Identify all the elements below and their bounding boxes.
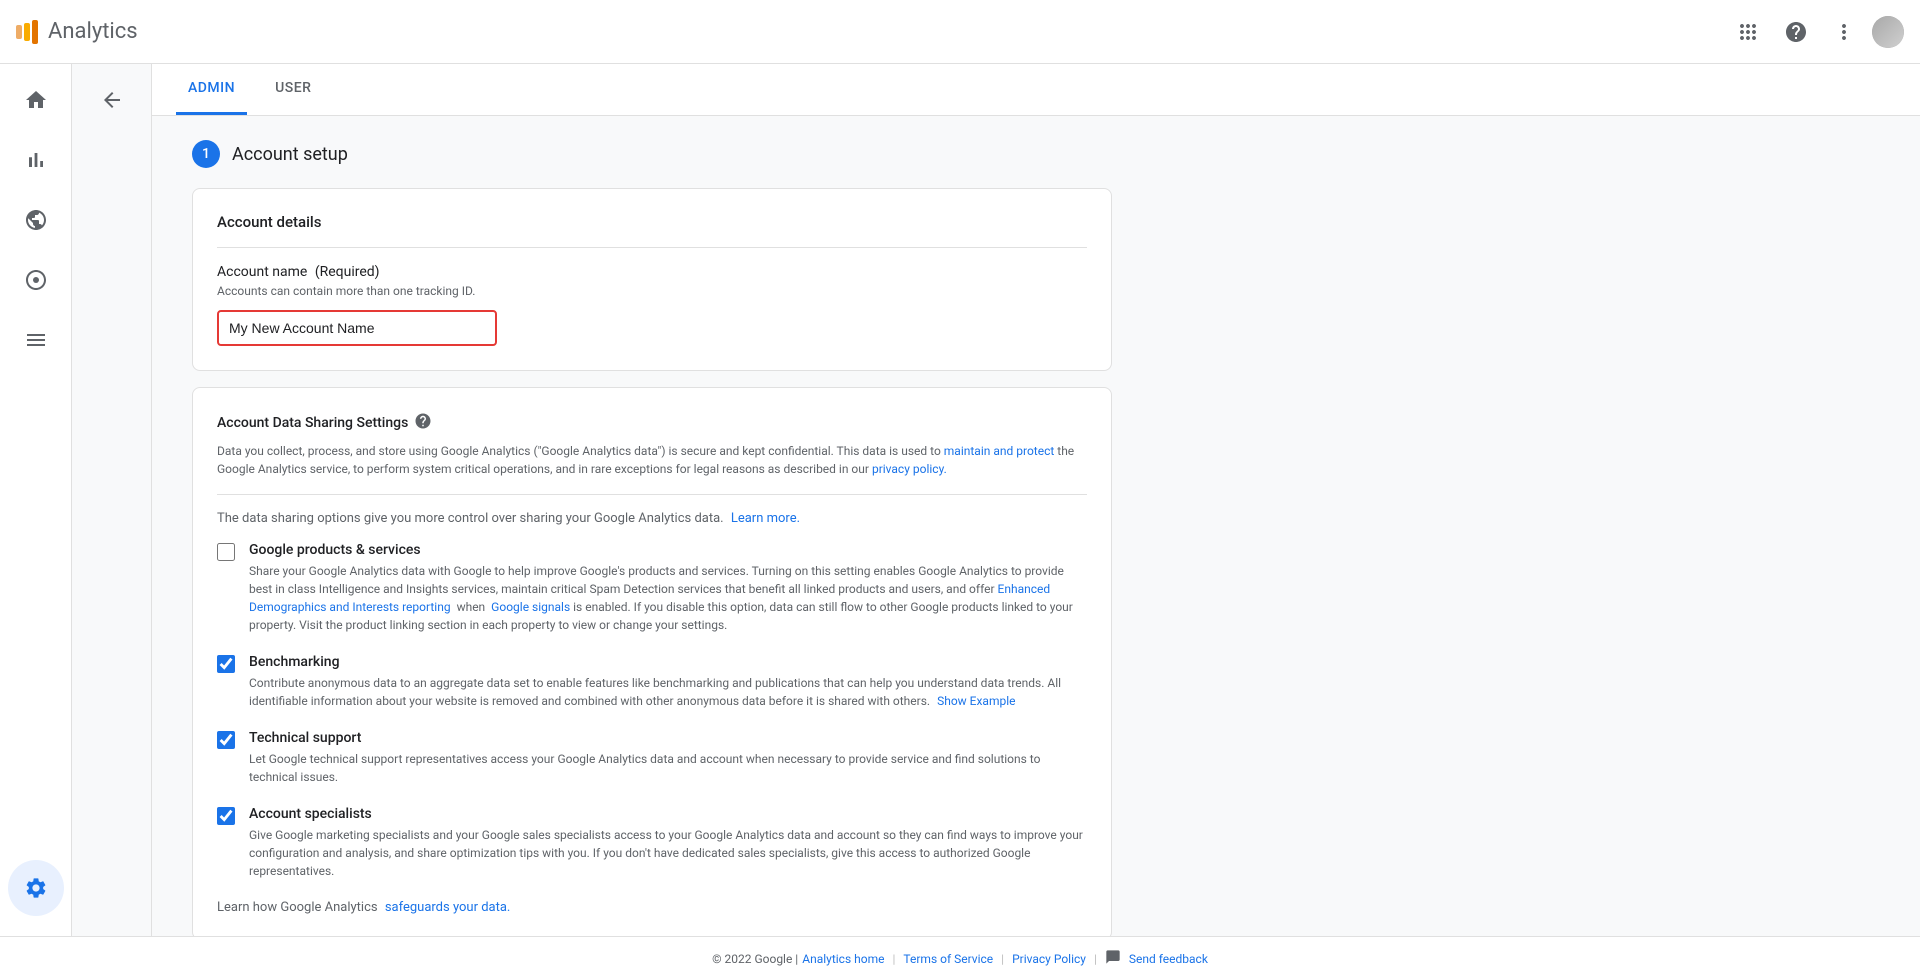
checkbox-google-products: Google products & services Share your Go… bbox=[217, 542, 1087, 634]
sidebar bbox=[0, 64, 72, 936]
checkbox-content-benchmarking: Benchmarking Contribute anonymous data t… bbox=[249, 654, 1087, 710]
avatar[interactable] bbox=[1872, 16, 1904, 48]
footer-sep1: | bbox=[892, 952, 895, 966]
topbar-actions bbox=[1728, 12, 1904, 52]
checkbox-content-technical-support: Technical support Let Google technical s… bbox=[249, 730, 1087, 786]
checkbox-label-benchmarking: Benchmarking bbox=[249, 654, 1087, 670]
account-details-card: Account details Account name (Required) … bbox=[192, 188, 1112, 371]
checkbox-account-specialists: Account specialists Give Google marketin… bbox=[217, 806, 1087, 880]
sidebar-item-reports[interactable] bbox=[8, 132, 64, 188]
checkbox-label-google-products: Google products & services bbox=[249, 542, 1087, 558]
terms-of-service-link[interactable]: Terms of Service bbox=[903, 952, 993, 966]
sidebar-item-configure[interactable] bbox=[8, 312, 64, 368]
privacy-policy-footer-link[interactable]: Privacy Policy bbox=[1012, 952, 1086, 966]
account-name-hint: Accounts can contain more than one track… bbox=[217, 284, 1087, 298]
checkbox-technical-support: Technical support Let Google technical s… bbox=[217, 730, 1087, 786]
tab-user[interactable]: USER bbox=[263, 64, 323, 115]
help-icon[interactable] bbox=[1776, 12, 1816, 52]
data-sharing-card: Account Data Sharing Settings Data you c… bbox=[192, 387, 1112, 936]
checkbox-desc-benchmarking: Contribute anonymous data to an aggregat… bbox=[249, 676, 1061, 708]
checkbox-benchmarking: Benchmarking Contribute anonymous data t… bbox=[217, 654, 1087, 710]
show-example-link[interactable]: Show Example bbox=[937, 694, 1015, 708]
account-name-required: (Required) bbox=[315, 264, 380, 280]
app-title: Analytics bbox=[48, 19, 1728, 44]
sharing-desc: Data you collect, process, and store usi… bbox=[217, 442, 1087, 478]
checkbox-input-account-specialists[interactable] bbox=[217, 807, 235, 825]
account-name-input[interactable] bbox=[217, 310, 497, 346]
google-signals-link[interactable]: Google signals bbox=[491, 600, 570, 614]
footer-sep2: | bbox=[1001, 952, 1004, 966]
apps-icon[interactable] bbox=[1728, 12, 1768, 52]
checkbox-input-technical-support[interactable] bbox=[217, 731, 235, 749]
more-vert-icon[interactable] bbox=[1824, 12, 1864, 52]
footer: © 2022 Google | Analytics home | Terms o… bbox=[0, 936, 1920, 980]
footer-copyright: © 2022 Google | bbox=[712, 952, 798, 966]
safeguard-text: Learn how Google Analytics safeguards yo… bbox=[217, 900, 1087, 915]
sidebar-item-advertising[interactable] bbox=[8, 252, 64, 308]
step-title: Account setup bbox=[232, 144, 348, 165]
checkbox-content-account-specialists: Account specialists Give Google marketin… bbox=[249, 806, 1087, 880]
checkbox-wrapper-technical-support bbox=[217, 731, 237, 751]
safeguards-link[interactable]: safeguards your data. bbox=[385, 900, 511, 915]
checkbox-input-google-products[interactable] bbox=[217, 543, 235, 561]
sidebar-item-home[interactable] bbox=[8, 72, 64, 128]
account-name-label: Account name (Required) bbox=[217, 264, 1087, 280]
sidebar-item-settings[interactable] bbox=[8, 860, 64, 916]
checkbox-desc-account-specialists: Give Google marketing specialists and yo… bbox=[249, 828, 1083, 878]
checkbox-wrapper-benchmarking bbox=[217, 655, 237, 675]
checkbox-input-benchmarking[interactable] bbox=[217, 655, 235, 673]
analytics-logo bbox=[16, 20, 38, 44]
main-content: ADMIN USER 1 Account setup Account detai… bbox=[152, 64, 1920, 936]
sharing-help-icon[interactable] bbox=[414, 412, 432, 434]
privacy-policy-link[interactable]: privacy policy. bbox=[872, 462, 947, 476]
sub-sidebar bbox=[72, 64, 152, 936]
checkbox-label-technical-support: Technical support bbox=[249, 730, 1087, 746]
tab-admin[interactable]: ADMIN bbox=[176, 64, 247, 115]
maintain-protect-link[interactable]: maintain and protect bbox=[944, 444, 1055, 458]
checkbox-wrapper-google-products bbox=[217, 543, 237, 563]
checkbox-desc-google-products: Share your Google Analytics data with Go… bbox=[249, 564, 1073, 632]
learn-more-text: The data sharing options give you more c… bbox=[217, 511, 1087, 526]
account-details-title: Account details bbox=[217, 213, 1087, 231]
checkbox-wrapper-account-specialists bbox=[217, 807, 237, 827]
footer-sep3: | bbox=[1094, 952, 1097, 966]
layout: ADMIN USER 1 Account setup Account detai… bbox=[0, 64, 1920, 936]
send-feedback-link[interactable]: Send feedback bbox=[1129, 952, 1208, 966]
analytics-home-link[interactable]: Analytics home bbox=[802, 952, 884, 966]
checkbox-label-account-specialists: Account specialists bbox=[249, 806, 1087, 822]
back-button[interactable] bbox=[92, 80, 132, 120]
sidebar-bottom bbox=[8, 860, 64, 920]
feedback-icon bbox=[1105, 949, 1121, 968]
checkbox-desc-technical-support: Let Google technical support representat… bbox=[249, 752, 1040, 784]
sharing-header: Account Data Sharing Settings bbox=[217, 412, 1087, 434]
sharing-title: Account Data Sharing Settings bbox=[217, 415, 408, 431]
topbar: Analytics bbox=[0, 0, 1920, 64]
step-number: 1 bbox=[192, 140, 220, 168]
learn-more-link[interactable]: Learn more. bbox=[731, 511, 800, 526]
sidebar-item-explore[interactable] bbox=[8, 192, 64, 248]
step-header: 1 Account setup bbox=[192, 140, 1880, 168]
tabs: ADMIN USER bbox=[152, 64, 1920, 116]
scroll-area[interactable]: 1 Account setup Account details Account … bbox=[152, 116, 1920, 936]
checkbox-content-google-products: Google products & services Share your Go… bbox=[249, 542, 1087, 634]
